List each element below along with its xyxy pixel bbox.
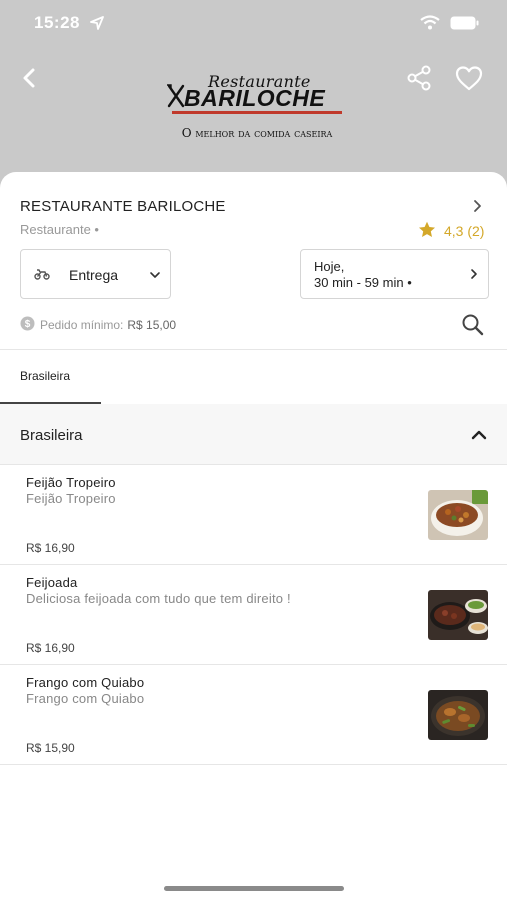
item-photo <box>428 690 488 740</box>
minimum-order-value: R$ 15,00 <box>127 318 177 332</box>
share-icon <box>403 65 435 98</box>
home-indicator[interactable] <box>164 886 344 891</box>
star-icon <box>418 221 436 241</box>
menu-item[interactable]: Frango com Quiabo Frango com Quiabo R$ 1… <box>0 665 507 765</box>
menu-item[interactable]: Feijoada Deliciosa feijoada com tudo que… <box>0 565 507 665</box>
tab-brasileira[interactable]: Brasileira <box>20 369 70 383</box>
logo-tagline: O melhor da comida caseira <box>181 126 333 140</box>
delivery-day: Hoje, <box>314 259 345 274</box>
back-button[interactable] <box>14 62 46 94</box>
restaurant-type: Restaurante • <box>20 222 99 237</box>
item-description: Frango com Quiabo <box>26 691 145 706</box>
item-name: Feijoada <box>26 575 78 590</box>
minimum-order-label: Pedido mínimo: <box>40 318 124 332</box>
restaurant-logo: Restaurante BARILOCHE O melhor da comida… <box>150 70 360 146</box>
restaurant-rating[interactable]: 4,3 (2) <box>418 221 484 241</box>
svg-text:$: $ <box>25 319 31 330</box>
scooter-icon <box>34 267 50 286</box>
delivery-mode-label: Entrega <box>69 267 119 283</box>
restaurant-sheet: RESTAURANTE BARILOCHE Restaurante • 4,3 … <box>0 172 507 900</box>
item-description: Deliciosa feijoada com tudo que tem dire… <box>26 591 291 606</box>
category-header[interactable]: Brasileira <box>0 404 507 464</box>
share-button[interactable] <box>403 62 435 94</box>
menu-item[interactable]: Feijão Tropeiro Feijão Tropeiro R$ 16,90 <box>0 465 507 565</box>
chevron-right-icon <box>469 267 479 286</box>
restaurant-header: 15:28 Restaurante BARILOCHE O melhor da … <box>0 0 507 200</box>
search-icon <box>460 314 486 342</box>
minimum-order: $ Pedido mínimo: R$ 15,00 <box>20 316 176 334</box>
chevron-left-icon <box>14 68 46 98</box>
delivery-time-range: 30 min - 59 min • <box>314 275 412 290</box>
item-name: Frango com Quiabo <box>26 675 145 690</box>
logo-main-text: BARILOCHE <box>184 85 326 111</box>
chevron-down-icon <box>149 268 161 286</box>
logo-underline <box>172 111 342 114</box>
item-name: Feijão Tropeiro <box>26 475 116 490</box>
item-price: R$ 15,90 <box>26 741 75 755</box>
divider <box>0 349 507 350</box>
dollar-coin-icon: $ <box>20 316 35 334</box>
item-photo <box>428 590 488 640</box>
favorite-button[interactable] <box>452 62 486 94</box>
item-photo <box>428 490 488 540</box>
status-time: 15:28 <box>34 13 80 32</box>
rating-value: 4,3 (2) <box>444 223 485 239</box>
heart-icon <box>452 66 486 98</box>
wifi-icon <box>420 15 440 35</box>
item-price: R$ 16,90 <box>26 641 75 655</box>
delivery-mode-select[interactable]: Entrega <box>20 249 171 299</box>
fork-knife-icon <box>166 84 186 113</box>
location-arrow-icon <box>90 16 104 35</box>
battery-icon <box>450 16 480 35</box>
divider <box>0 764 507 765</box>
restaurant-name[interactable]: RESTAURANTE BARILOCHE <box>20 198 226 215</box>
menu-search-button[interactable] <box>460 312 486 338</box>
restaurant-info-chevron-icon[interactable] <box>470 198 484 214</box>
item-description: Feijão Tropeiro <box>26 491 116 506</box>
category-title: Brasileira <box>20 427 83 444</box>
chevron-up-icon[interactable] <box>470 428 488 447</box>
status-bar: 15:28 <box>0 0 507 46</box>
item-price: R$ 16,90 <box>26 541 75 555</box>
delivery-time-select[interactable]: Hoje, 30 min - 59 min • <box>300 249 489 299</box>
